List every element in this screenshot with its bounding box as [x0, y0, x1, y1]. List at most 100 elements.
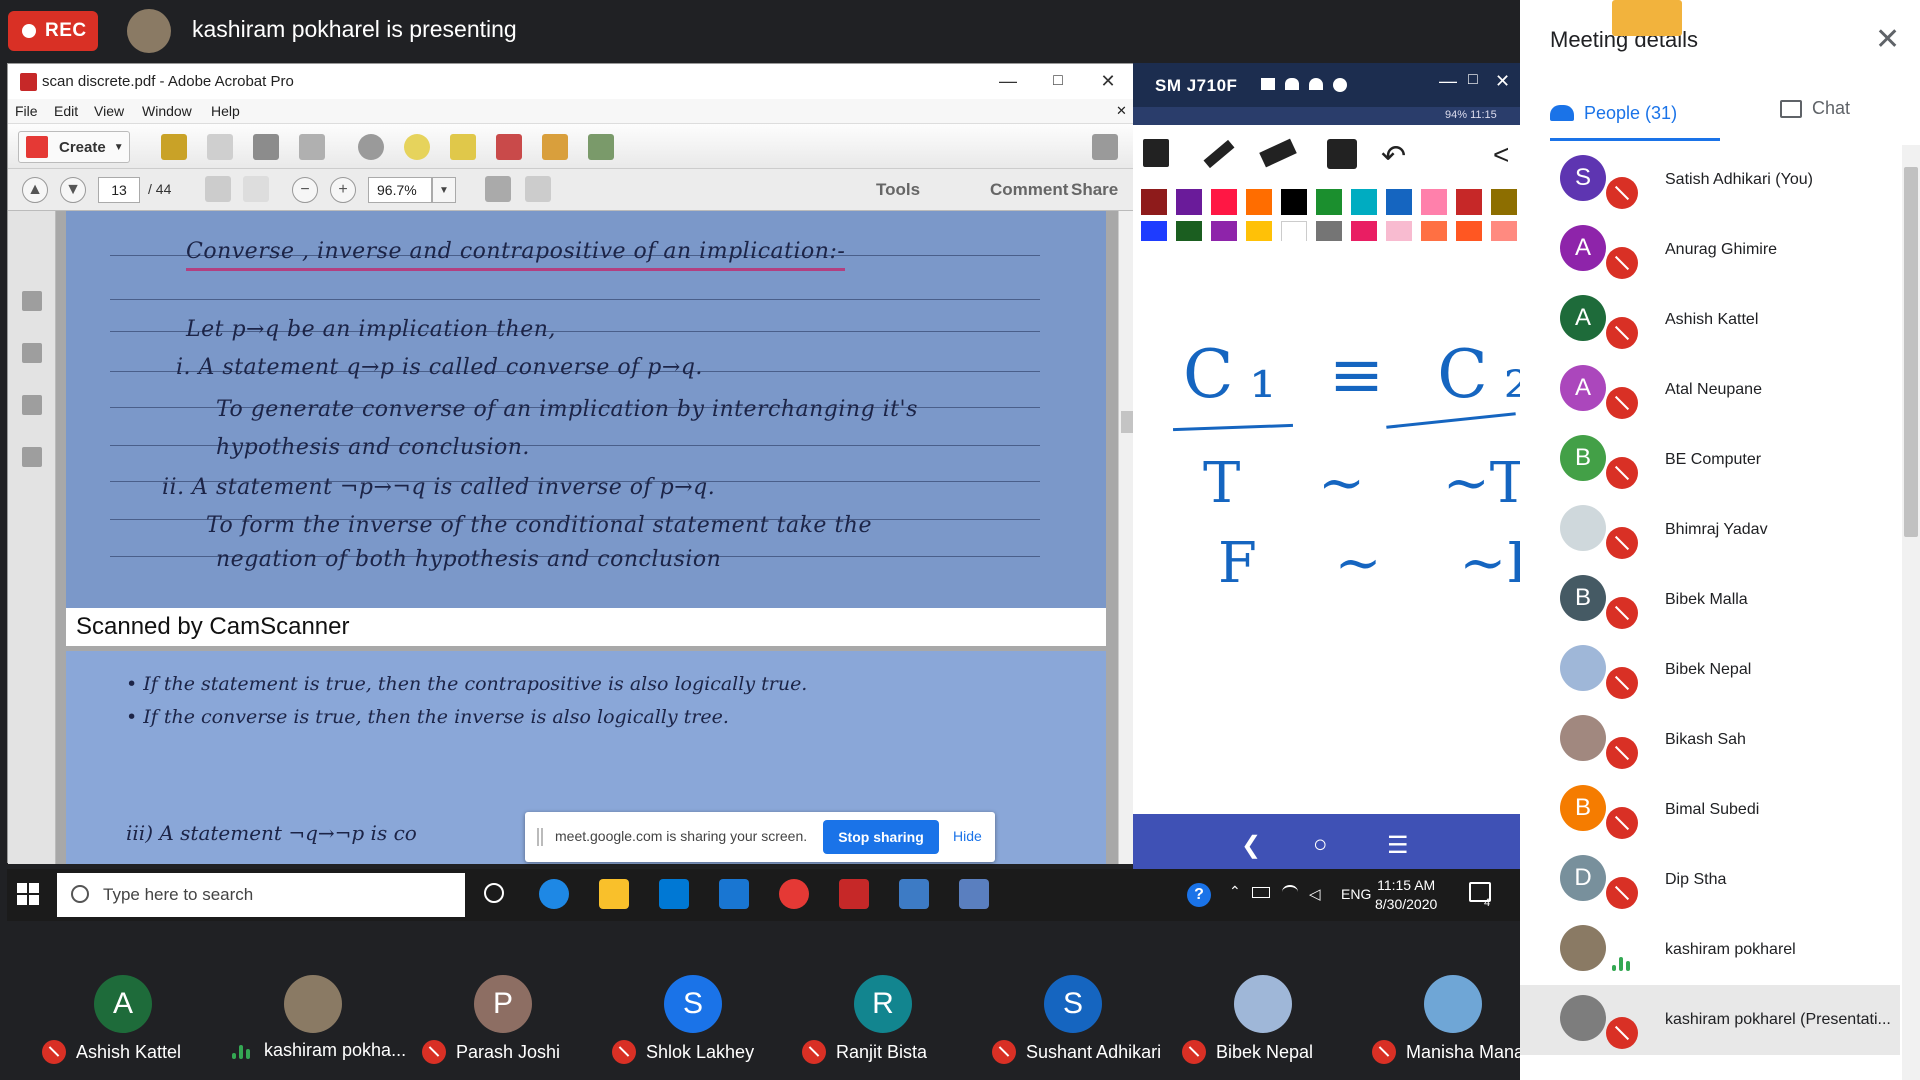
acrobat-taskbar-icon[interactable] — [839, 879, 869, 909]
minimize-button[interactable]: — — [983, 67, 1033, 95]
eraser-icon[interactable] — [1259, 138, 1297, 168]
phone-minimize-button[interactable]: — — [1439, 71, 1457, 92]
zoom-out-icon[interactable]: − — [292, 177, 318, 203]
zoom-dropdown-icon[interactable]: ▼ — [432, 177, 456, 203]
settings-gear-icon[interactable] — [1333, 78, 1347, 92]
page-display-icon[interactable] — [485, 176, 511, 202]
color-swatch[interactable] — [1281, 189, 1307, 215]
color-swatch[interactable] — [1316, 189, 1342, 215]
store-icon[interactable] — [659, 879, 689, 909]
windows-start-icon[interactable] — [17, 883, 39, 905]
color-swatch[interactable] — [1491, 189, 1517, 215]
tab-chat[interactable]: Chat — [1780, 98, 1850, 119]
phone-close-button[interactable]: ✕ — [1495, 71, 1510, 92]
menu-file[interactable]: File — [15, 103, 38, 119]
pages-panel-icon[interactable] — [22, 291, 42, 311]
people-list-item[interactable]: D Dip Stha — [1520, 845, 1900, 915]
page-number-input[interactable]: 13 — [98, 177, 140, 203]
save-icon[interactable] — [207, 134, 233, 160]
comment-link[interactable]: Comment — [990, 180, 1068, 200]
language-indicator[interactable]: ENG — [1341, 886, 1371, 902]
color-swatch[interactable] — [1456, 189, 1482, 215]
participant-tile[interactable]: S Shlok Lakhey — [604, 955, 784, 1080]
people-list-item[interactable]: B Bimal Subedi — [1520, 775, 1900, 845]
headphones-icon[interactable] — [1285, 78, 1299, 90]
color-swatch[interactable] — [1386, 189, 1412, 215]
export-icon[interactable] — [542, 134, 568, 160]
settings-gear-icon[interactable] — [358, 134, 384, 160]
edge-icon[interactable] — [539, 879, 569, 909]
import-icon[interactable] — [588, 134, 614, 160]
maximize-button[interactable]: □ — [1033, 67, 1083, 95]
scroll-thumb[interactable] — [1121, 411, 1133, 433]
camera-icon[interactable] — [1261, 78, 1275, 90]
close-icon[interactable]: ✕ — [1875, 22, 1900, 57]
menu-icon[interactable]: ☰ — [1387, 831, 1409, 860]
prev-page-icon[interactable]: ▲ — [22, 177, 48, 203]
participant-tile[interactable]: A Ashish Kattel — [34, 955, 214, 1080]
signatures-icon[interactable] — [22, 447, 42, 467]
people-list-item[interactable]: B Bibek Malla — [1520, 565, 1900, 635]
people-scrollbar[interactable] — [1902, 145, 1920, 1080]
tab-people[interactable]: People (31) — [1550, 98, 1725, 128]
people-list-item[interactable]: Bibek Nepal — [1520, 635, 1900, 705]
stop-sharing-button[interactable]: Stop sharing — [823, 820, 939, 854]
highlight-icon[interactable] — [450, 134, 476, 160]
system-clock[interactable]: 11:15 AM 8/30/2020 — [1375, 876, 1437, 914]
wifi-icon[interactable] — [1309, 78, 1323, 90]
close-window-button[interactable]: ✕ — [1083, 67, 1133, 95]
participant-tile[interactable]: kashiram pokha... — [224, 955, 406, 1080]
mail-icon[interactable] — [719, 879, 749, 909]
help-icon[interactable]: ? — [1187, 883, 1211, 907]
print-icon[interactable] — [253, 134, 279, 160]
undo-icon[interactable]: ↶ — [1381, 139, 1406, 174]
screen-mirror-taskbar-icon[interactable] — [959, 879, 989, 909]
chrome-icon[interactable] — [779, 879, 809, 909]
battery-icon[interactable] — [1252, 887, 1270, 898]
color-swatch[interactable] — [1141, 189, 1167, 215]
zoom-input[interactable]: 96.7% — [368, 177, 432, 203]
participant-tile[interactable]: P Parash Joshi — [414, 955, 594, 1080]
next-page-icon[interactable]: ▼ — [60, 177, 86, 203]
tools-link[interactable]: Tools — [876, 180, 920, 200]
attachments-icon[interactable] — [22, 395, 42, 415]
open-folder-icon[interactable] — [161, 134, 187, 160]
trash-icon[interactable] — [1143, 139, 1169, 167]
hide-button[interactable]: Hide — [953, 828, 982, 844]
menu-help[interactable]: Help — [211, 103, 240, 119]
document-scrollbar[interactable] — [1118, 211, 1134, 864]
people-list-item[interactable]: Bikash Sah — [1520, 705, 1900, 775]
hand-tool-icon[interactable] — [243, 176, 269, 202]
close-doc-icon[interactable]: ✕ — [1116, 103, 1127, 119]
people-list-item[interactable]: A Ashish Kattel — [1520, 285, 1900, 355]
color-swatch[interactable] — [1351, 189, 1377, 215]
menu-edit[interactable]: Edit — [54, 103, 78, 119]
participant-tile[interactable]: R Ranjit Bista — [794, 955, 974, 1080]
cortana-icon[interactable] — [484, 883, 504, 903]
people-list-item[interactable]: A Anurag Ghimire — [1520, 215, 1900, 285]
select-tool-icon[interactable] — [205, 176, 231, 202]
color-swatch[interactable] — [1211, 189, 1237, 215]
menu-window[interactable]: Window — [142, 103, 192, 119]
people-list-item[interactable]: Bhimraj Yadav — [1520, 495, 1900, 565]
zoom-in-icon[interactable]: + — [330, 177, 356, 203]
share-link[interactable]: Share — [1071, 180, 1118, 200]
people-list-item[interactable]: B BE Computer — [1520, 425, 1900, 495]
people-list-item[interactable]: S Satish Adhikari (You) — [1520, 145, 1900, 215]
phone-maximize-button[interactable]: □ — [1468, 71, 1478, 89]
fit-page-icon[interactable] — [525, 176, 551, 202]
scroll-thumb[interactable] — [1904, 167, 1918, 537]
bookmarks-icon[interactable] — [22, 343, 42, 363]
drag-handle-icon[interactable] — [537, 828, 543, 846]
network-icon[interactable] — [1282, 885, 1298, 899]
people-list-item[interactable]: A Atal Neupane — [1520, 355, 1900, 425]
tray-chevron-icon[interactable]: ⌃ — [1229, 883, 1241, 900]
home-icon[interactable]: ○ — [1313, 831, 1328, 859]
color-swatch[interactable] — [1421, 189, 1447, 215]
participant-tile[interactable]: Bibek Nepal — [1174, 955, 1354, 1080]
color-swatch[interactable] — [1176, 189, 1202, 215]
color-swatch[interactable] — [1246, 189, 1272, 215]
expand-view-icon[interactable] — [1092, 134, 1118, 160]
app-taskbar-icon[interactable] — [899, 879, 929, 909]
menu-view[interactable]: View — [94, 103, 124, 119]
